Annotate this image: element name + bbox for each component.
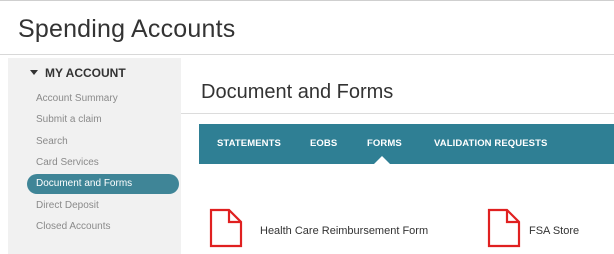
sidebar-item-card-services[interactable]: Card Services — [8, 153, 181, 173]
tab-statements[interactable]: STATEMENTS — [217, 138, 281, 149]
caret-down-icon — [30, 70, 38, 75]
document-icon — [487, 208, 521, 248]
sidebar: MY ACCOUNT Account Summary Submit a clai… — [8, 58, 181, 254]
tab-bar: STATEMENTS EOBS FORMS VALIDATION REQUEST… — [199, 124, 614, 164]
form-label: Health Care Reimbursement Form — [260, 225, 429, 237]
main-title: Document and Forms — [201, 81, 394, 103]
sidebar-item-closed-accounts[interactable]: Closed Accounts — [8, 217, 181, 237]
sidebar-item-search[interactable]: Search — [8, 132, 181, 152]
sidebar-section-label: MY ACCOUNT — [45, 66, 126, 80]
tab-forms[interactable]: FORMS — [367, 138, 402, 149]
sidebar-item-account-summary[interactable]: Account Summary — [8, 89, 181, 109]
sidebar-section-my-account[interactable]: MY ACCOUNT — [8, 64, 181, 84]
document-icon — [209, 208, 243, 248]
form-label: FSA Store — [529, 225, 580, 237]
page-header: Spending Accounts — [0, 0, 614, 55]
form-link-health-care-reimbursement[interactable]: Health Care Reimbursement Form — [208, 208, 438, 254]
tab-validation-requests[interactable]: VALIDATION REQUESTS — [434, 138, 547, 149]
sidebar-item-document-and-forms[interactable]: Document and Forms — [27, 174, 179, 194]
sidebar-item-submit-a-claim[interactable]: Submit a claim — [8, 110, 181, 130]
divider — [181, 113, 614, 114]
page-title: Spending Accounts — [18, 15, 236, 43]
tab-eobs[interactable]: EOBS — [310, 138, 337, 149]
form-link-fsa-store[interactable]: FSA Store — [486, 208, 596, 254]
active-tab-indicator — [374, 156, 390, 164]
sidebar-item-direct-deposit[interactable]: Direct Deposit — [8, 196, 181, 216]
